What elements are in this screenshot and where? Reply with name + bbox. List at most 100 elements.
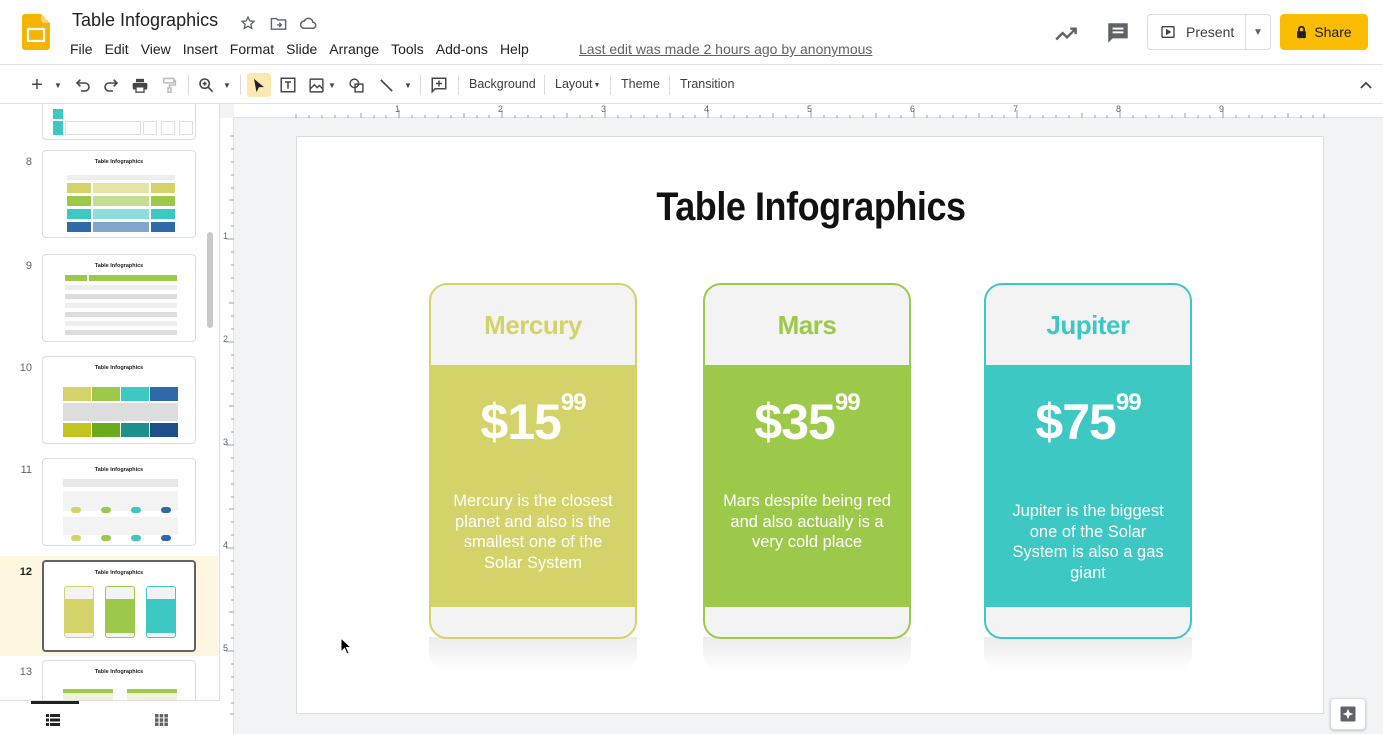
current-slide[interactable]: Table Infographics Mercury $1599 Mercury… bbox=[296, 136, 1324, 714]
card-description[interactable]: Mercury is the closest planet and also i… bbox=[445, 491, 621, 573]
slide-thumbnail-9[interactable]: Table Infographics bbox=[42, 254, 196, 342]
slide-number: 12 bbox=[19, 566, 32, 578]
explore-sparkle-icon bbox=[1340, 706, 1356, 722]
menu-arrange[interactable]: Arrange bbox=[323, 38, 385, 60]
ruler-label: 2 bbox=[498, 104, 504, 114]
thumbnail-title: Table Infographics bbox=[94, 467, 144, 473]
line-icon[interactable] bbox=[375, 73, 397, 97]
star-icon[interactable] bbox=[238, 13, 258, 33]
thumbnail-title: Table Infographics bbox=[94, 669, 144, 675]
slides-logo-icon[interactable] bbox=[22, 14, 50, 50]
card-heading[interactable]: Mercury bbox=[431, 285, 635, 365]
horizontal-ruler[interactable]: 1 2 3 4 5 6 7 8 9 bbox=[234, 104, 1383, 118]
filmstrip-view-toggle bbox=[0, 700, 220, 734]
thumbnail-title: Table Infographics bbox=[94, 263, 144, 269]
card-heading[interactable]: Mars bbox=[705, 285, 909, 365]
slide-row-10[interactable]: 10 Table Infographics bbox=[0, 356, 218, 452]
slide-thumbnail-11[interactable]: Table Infographics bbox=[42, 458, 196, 546]
cloud-status-icon[interactable] bbox=[298, 13, 318, 33]
menu-slide[interactable]: Slide bbox=[280, 38, 323, 60]
slide-title[interactable]: Table Infographics bbox=[348, 185, 1273, 230]
slide-thumbnail-10[interactable]: Table Infographics bbox=[42, 356, 196, 444]
slide-row-8[interactable]: 8 Table Infographics bbox=[0, 150, 218, 246]
pricing-card-jupiter[interactable]: Jupiter $7599 Jupiter is the biggest one… bbox=[984, 283, 1192, 639]
layout-caret-icon[interactable]: ▼ bbox=[592, 73, 602, 97]
menu-addons[interactable]: Add-ons bbox=[430, 38, 494, 60]
new-slide-caret-icon[interactable]: ▼ bbox=[52, 73, 64, 97]
ruler-label: 4 bbox=[704, 104, 710, 114]
document-title[interactable]: Table Infographics bbox=[72, 10, 218, 31]
menu-view[interactable]: View bbox=[135, 38, 177, 60]
transition-button[interactable]: Transition bbox=[680, 77, 734, 91]
slide-thumbnail-7[interactable] bbox=[42, 104, 196, 140]
image-caret-icon[interactable]: ▼ bbox=[326, 73, 338, 97]
pricing-card-mars[interactable]: Mars $3599 Mars despite being red and al… bbox=[703, 283, 911, 639]
ruler-label: 5 bbox=[223, 643, 229, 653]
slide-filmstrip: 8 Table Infographics 9 Table Infographic… bbox=[0, 104, 220, 734]
ruler-label: 3 bbox=[223, 437, 229, 447]
share-button[interactable]: Share bbox=[1280, 14, 1368, 50]
toolbar: + ▼ ▼ ▼ ▼ Background Layout ▼ Theme Tran bbox=[0, 64, 1383, 104]
image-icon[interactable] bbox=[305, 73, 327, 97]
thumbnail-title: Table Infographics bbox=[94, 570, 144, 576]
slide-number: 9 bbox=[25, 260, 32, 272]
present-main-button[interactable]: Present bbox=[1148, 15, 1246, 49]
text-box-icon[interactable] bbox=[277, 73, 299, 97]
card-price[interactable]: $7599 bbox=[986, 389, 1190, 451]
print-icon[interactable] bbox=[129, 73, 151, 97]
card-shadow bbox=[703, 637, 911, 671]
background-button[interactable]: Background bbox=[469, 77, 536, 91]
last-edit-link[interactable]: Last edit was made 2 hours ago by anonym… bbox=[579, 41, 872, 57]
card-description[interactable]: Mars despite being red and also actually… bbox=[719, 491, 895, 553]
menu-insert[interactable]: Insert bbox=[177, 38, 224, 60]
shape-icon[interactable] bbox=[345, 73, 367, 97]
mouse-cursor-icon bbox=[340, 637, 352, 655]
add-comment-icon[interactable] bbox=[428, 73, 450, 97]
price-cents: 99 bbox=[834, 389, 861, 416]
activity-trend-icon[interactable] bbox=[1054, 20, 1080, 46]
new-slide-plus-icon[interactable]: + bbox=[26, 73, 48, 97]
line-caret-icon[interactable]: ▼ bbox=[402, 73, 414, 97]
slide-thumbnail-8[interactable]: Table Infographics bbox=[42, 150, 196, 238]
collapse-chevron-up-icon[interactable] bbox=[1354, 73, 1378, 97]
theme-button[interactable]: Theme bbox=[621, 77, 660, 91]
card-price[interactable]: $3599 bbox=[705, 389, 909, 451]
paint-format-icon[interactable] bbox=[158, 73, 180, 97]
select-cursor-icon[interactable] bbox=[247, 73, 271, 97]
slide-thumbnail-12[interactable]: Table Infographics bbox=[42, 560, 196, 652]
card-shadow bbox=[429, 637, 637, 671]
menu-file[interactable]: File bbox=[64, 38, 99, 60]
layout-button[interactable]: Layout bbox=[555, 77, 593, 91]
present-label: Present bbox=[1186, 24, 1235, 40]
price-main: $75 bbox=[1035, 394, 1116, 450]
slide-row-11[interactable]: 11 Table Infographics bbox=[0, 458, 218, 554]
redo-icon[interactable] bbox=[100, 73, 122, 97]
comment-icon[interactable] bbox=[1105, 20, 1131, 46]
undo-icon[interactable] bbox=[72, 73, 94, 97]
menu-tools[interactable]: Tools bbox=[385, 38, 430, 60]
ruler-label: 9 bbox=[1219, 104, 1225, 114]
grid-view-icon[interactable] bbox=[155, 713, 168, 731]
menu-format[interactable]: Format bbox=[224, 38, 280, 60]
thumbnail-title: Table Infographics bbox=[94, 159, 144, 165]
price-cents: 99 bbox=[1115, 389, 1142, 416]
present-options-caret-icon[interactable]: ▼ bbox=[1246, 27, 1270, 38]
slide-row-9[interactable]: 9 Table Infographics bbox=[0, 254, 218, 350]
card-price[interactable]: $1599 bbox=[431, 389, 635, 451]
menu-edit[interactable]: Edit bbox=[99, 38, 135, 60]
menu-help[interactable]: Help bbox=[494, 38, 535, 60]
card-heading[interactable]: Jupiter bbox=[986, 285, 1190, 365]
vertical-ruler[interactable]: 1 2 3 4 5 bbox=[220, 118, 234, 734]
filmstrip-view-icon[interactable] bbox=[46, 713, 60, 731]
ruler-label: 5 bbox=[807, 104, 813, 114]
zoom-caret-icon[interactable]: ▼ bbox=[221, 73, 233, 97]
slide-number: 11 bbox=[20, 464, 32, 476]
pricing-card-mercury[interactable]: Mercury $1599 Mercury is the closest pla… bbox=[429, 283, 637, 639]
filmstrip-scrollbar[interactable] bbox=[207, 232, 213, 328]
slide-row-12[interactable]: 12 Table Infographics bbox=[0, 556, 218, 656]
zoom-icon[interactable] bbox=[195, 73, 217, 97]
card-description[interactable]: Jupiter is the biggest one of the Solar … bbox=[1000, 501, 1176, 583]
ruler-label: 2 bbox=[223, 334, 229, 344]
explore-button[interactable] bbox=[1330, 698, 1366, 730]
move-folder-icon[interactable] bbox=[268, 13, 288, 33]
